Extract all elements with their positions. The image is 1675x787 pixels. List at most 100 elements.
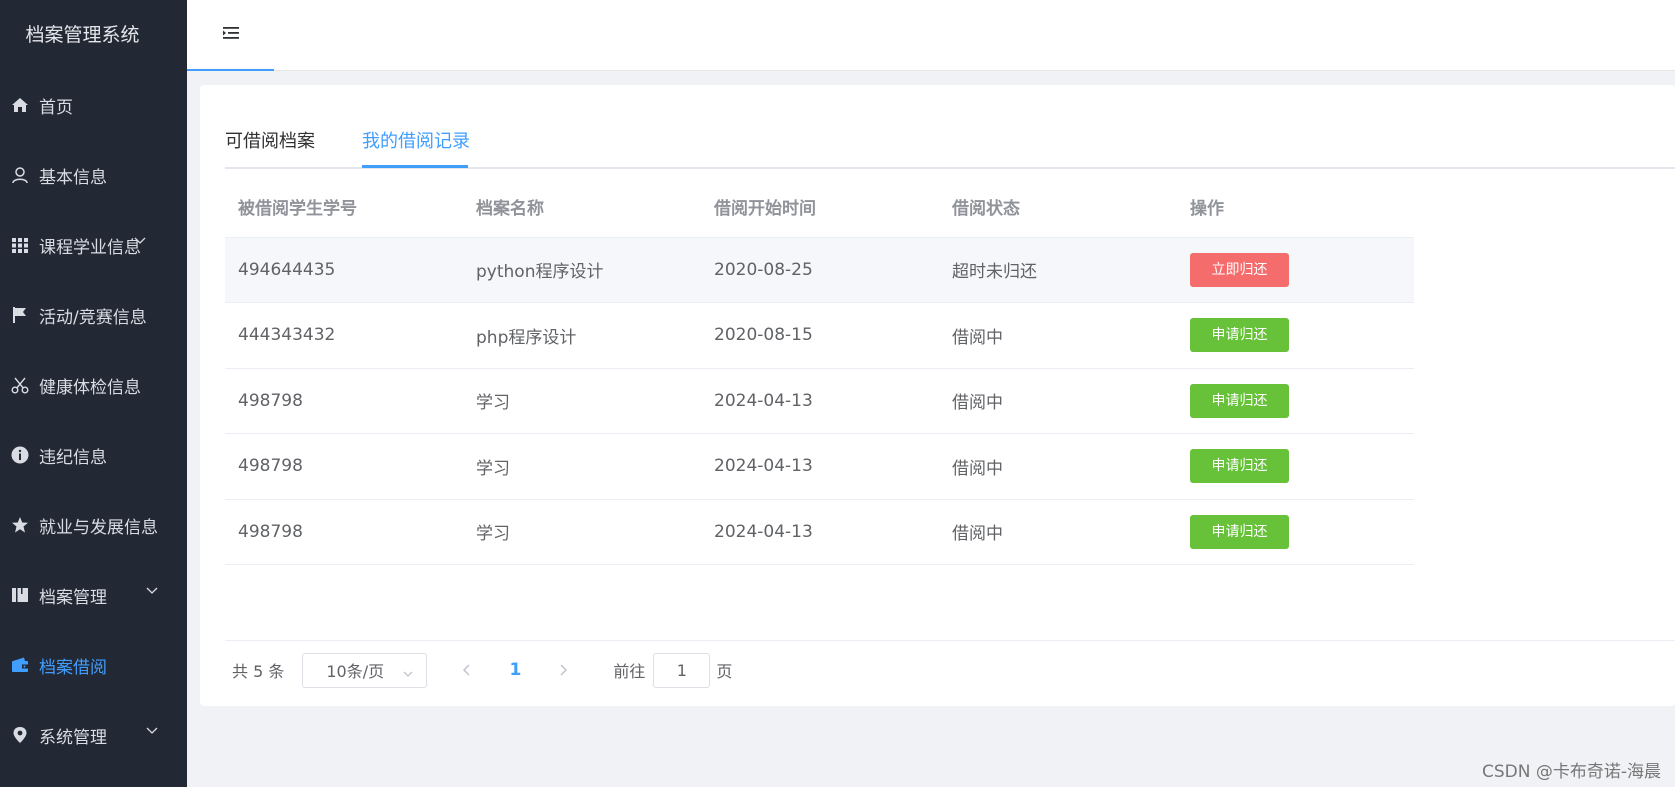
tab-my-borrow-records[interactable]: 我的借阅记录 — [362, 125, 470, 169]
cell-actions: 申请归还 — [1177, 368, 1414, 434]
sidebar-item-label: 档案管理 — [39, 587, 107, 608]
table-header-row: 被借阅学生学号 档案名称 借阅开始时间 借阅状态 操作 — [225, 177, 1414, 238]
tab-bar: 可借阅档案 我的借阅记录 — [225, 125, 1675, 169]
goto-page-input[interactable] — [653, 652, 711, 688]
sidebar: 档案管理系统 首页 基本信息 课程学业信息 活动/竞赛信息 健康体检信息 违纪信… — [0, 0, 187, 787]
sidebar-item-label: 系统管理 — [39, 727, 107, 748]
sidebar-item-home[interactable]: 首页 — [0, 70, 187, 140]
cell-start-time: 2020-08-15 — [701, 302, 939, 369]
request-return-button[interactable]: 申请归还 — [1190, 449, 1289, 484]
request-return-button[interactable]: 申请归还 — [1190, 383, 1289, 418]
cell-archive-name: 学习 — [463, 368, 701, 434]
chevron-down-icon — [145, 722, 161, 738]
cell-student-id: 498798 — [225, 368, 463, 434]
flag-icon — [10, 305, 30, 325]
scissors-icon — [10, 375, 30, 395]
cell-student-id: 498798 — [225, 433, 463, 500]
page-size-value: 10条/页 — [326, 662, 385, 681]
cell-actions: 申请归还 — [1177, 433, 1414, 500]
cell-student-id: 494644435 — [225, 237, 463, 303]
home-icon — [10, 95, 30, 115]
cell-status: 借阅中 — [939, 433, 1177, 500]
cell-archive-name: python程序设计 — [463, 237, 701, 303]
sidebar-item-system[interactable]: 系统管理 — [0, 700, 187, 770]
menu-toggle-button[interactable] — [187, 0, 274, 71]
table-row: 444343432 php程序设计 2020-08-15 借阅中 申请归还 — [225, 302, 1414, 369]
pagination-total: 共 5 条 — [232, 662, 285, 681]
sidebar-item-activity[interactable]: 活动/竞赛信息 — [0, 280, 187, 350]
sidebar-item-label: 基本信息 — [39, 167, 107, 188]
column-header-actions: 操作 — [1177, 177, 1414, 238]
cell-student-id: 444343432 — [225, 302, 463, 369]
star-icon — [10, 515, 30, 535]
cell-start-time: 2020-08-25 — [701, 237, 939, 303]
sidebar-item-label: 违纪信息 — [39, 447, 107, 468]
pagination: 共 5 条 10条/页 1 前往 页 — [232, 645, 732, 695]
goto-label: 前往 — [613, 662, 646, 681]
wallet-icon — [10, 655, 30, 675]
sidebar-item-label: 活动/竞赛信息 — [39, 307, 147, 328]
cell-archive-name: php程序设计 — [463, 302, 701, 369]
cell-start-time: 2024-04-13 — [701, 499, 939, 565]
column-header-archive-name: 档案名称 — [463, 177, 701, 238]
sidebar-item-label: 档案借阅 — [39, 657, 107, 678]
column-header-start-time: 借阅开始时间 — [701, 177, 939, 238]
column-header-student-id: 被借阅学生学号 — [225, 177, 463, 238]
sidebar-item-course[interactable]: 课程学业信息 — [0, 210, 187, 280]
sidebar-item-archive-manage[interactable]: 档案管理 — [0, 560, 187, 630]
sidebar-item-health[interactable]: 健康体检信息 — [0, 350, 187, 420]
grid-icon — [10, 235, 30, 255]
sidebar-item-employment[interactable]: 就业与发展信息 — [0, 490, 187, 560]
pagination-divider — [225, 640, 1675, 641]
page-size-select[interactable]: 10条/页 — [302, 652, 428, 688]
sidebar-item-label: 就业与发展信息 — [39, 517, 158, 538]
prev-page-button[interactable] — [457, 663, 477, 677]
borrow-records-table: 被借阅学生学号 档案名称 借阅开始时间 借阅状态 操作 494644435 py… — [225, 177, 1414, 565]
sidebar-item-label: 健康体检信息 — [39, 377, 141, 398]
cell-actions: 申请归还 — [1177, 499, 1414, 565]
location-icon — [10, 725, 30, 745]
table-row: 498798 学习 2024-04-13 借阅中 申请归还 — [225, 433, 1414, 500]
sidebar-item-label: 课程学业信息 — [39, 237, 141, 258]
cell-status: 借阅中 — [939, 499, 1177, 565]
goto-suffix: 页 — [716, 662, 733, 681]
cell-archive-name: 学习 — [463, 499, 701, 565]
cell-start-time: 2024-04-13 — [701, 433, 939, 500]
chevron-down-icon — [133, 232, 149, 248]
page-number-current[interactable]: 1 — [505, 660, 525, 680]
cell-status: 超时未归还 — [939, 237, 1177, 303]
watermark: CSDN @卡布奇诺-海晨 — [1481, 762, 1661, 782]
cell-actions: 申请归还 — [1177, 302, 1414, 369]
tab-active-indicator — [362, 165, 468, 168]
info-icon — [10, 445, 30, 465]
content-card: 可借阅档案 我的借阅记录 被借阅学生学号 档案名称 借阅开始时间 借阅状态 操作… — [200, 85, 1675, 706]
request-return-button[interactable]: 申请归还 — [1190, 514, 1289, 549]
book-icon — [10, 585, 30, 605]
table-row: 494644435 python程序设计 2020-08-25 超时未归还 立即… — [225, 237, 1414, 303]
cell-status: 借阅中 — [939, 368, 1177, 434]
app-title: 档案管理系统 — [25, 24, 140, 46]
next-page-button[interactable] — [553, 663, 573, 677]
cell-status: 借阅中 — [939, 302, 1177, 369]
return-now-button[interactable]: 立即归还 — [1190, 252, 1289, 287]
table-row: 498798 学习 2024-04-13 借阅中 申请归还 — [225, 499, 1414, 565]
cell-student-id: 498798 — [225, 499, 463, 565]
chevron-right-icon — [560, 664, 568, 676]
chevron-down-icon — [402, 665, 414, 684]
top-header — [187, 0, 1675, 71]
column-header-status: 借阅状态 — [939, 177, 1177, 238]
chevron-left-icon — [463, 664, 470, 676]
tab-available-archives[interactable]: 可借阅档案 — [225, 125, 315, 169]
cell-start-time: 2024-04-13 — [701, 368, 939, 434]
sidebar-item-discipline[interactable]: 违纪信息 — [0, 420, 187, 490]
sidebar-item-archive-borrow[interactable]: 档案借阅 — [0, 630, 187, 700]
cell-archive-name: 学习 — [463, 433, 701, 500]
menu-fold-icon — [222, 25, 240, 45]
user-icon — [10, 165, 30, 185]
sidebar-item-label: 首页 — [39, 97, 73, 118]
sidebar-item-basic-info[interactable]: 基本信息 — [0, 140, 187, 210]
chevron-down-icon — [145, 582, 161, 598]
request-return-button[interactable]: 申请归还 — [1190, 318, 1289, 353]
table-row: 498798 学习 2024-04-13 借阅中 申请归还 — [225, 368, 1414, 434]
cell-actions: 立即归还 — [1177, 237, 1414, 303]
